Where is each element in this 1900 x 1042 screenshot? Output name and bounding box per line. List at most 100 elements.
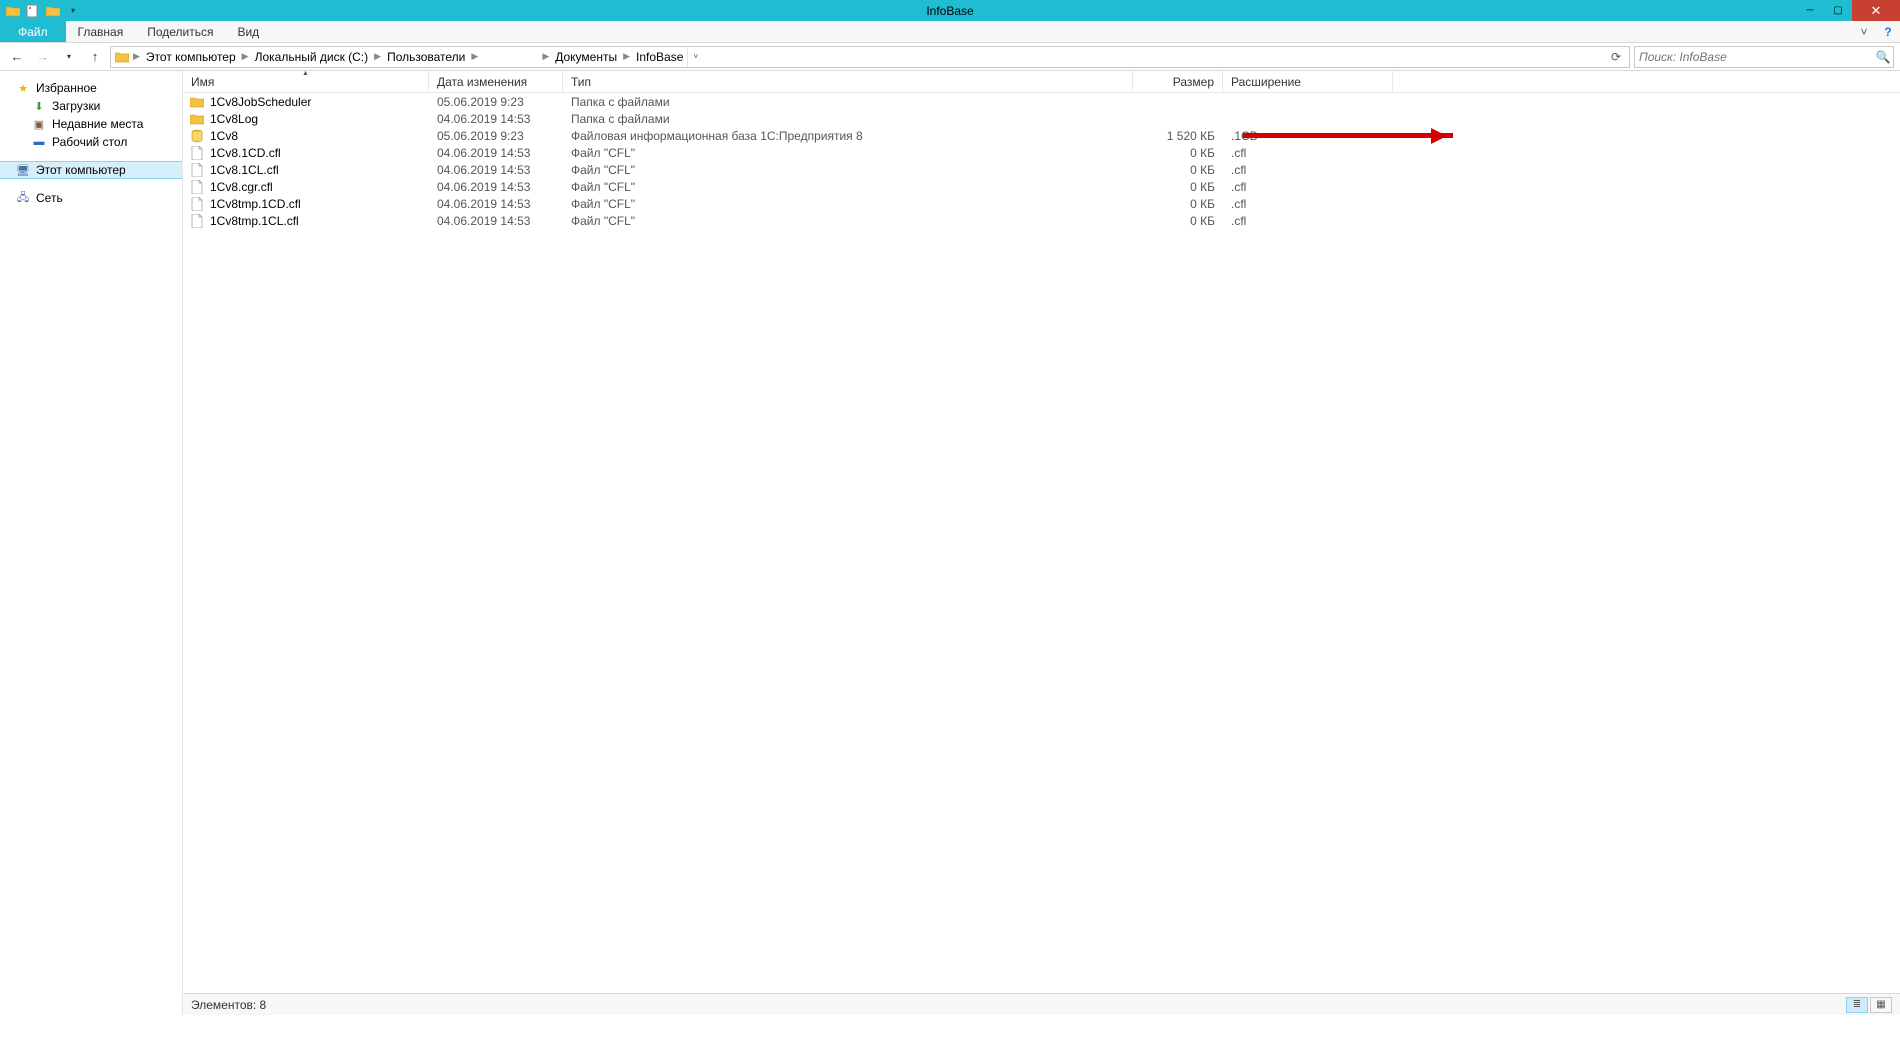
column-label: Размер — [1173, 75, 1214, 89]
nav-label: Загрузки — [52, 99, 100, 113]
file-name: 1Cv8.1CD.cfl — [210, 146, 281, 160]
network-icon: 🖧 — [16, 191, 30, 205]
file-icon — [189, 162, 204, 177]
file-ext: .cfl — [1223, 197, 1393, 211]
help-icon[interactable]: ? — [1876, 21, 1900, 42]
file-size: 0 КБ — [1133, 197, 1223, 211]
nav-favorites-header[interactable]: ★ Избранное — [0, 79, 182, 97]
nav-label: Сеть — [36, 191, 63, 205]
file-row[interactable]: 1Cv8.1CD.cfl04.06.2019 14:53Файл "CFL"0 … — [183, 144, 1900, 161]
file-list-pane: Имя ▲ Дата изменения Тип Размер Расширен… — [183, 71, 1900, 1015]
search-box[interactable]: 🔍 — [1634, 46, 1894, 68]
file-row[interactable]: 1Cv805.06.2019 9:23Файловая информационн… — [183, 127, 1900, 144]
file-name: 1Cv8tmp.1CD.cfl — [210, 197, 301, 211]
desktop-icon: ▬ — [32, 135, 46, 149]
address-dropdown-icon[interactable]: ˅ — [687, 47, 703, 67]
file-type: Файл "CFL" — [563, 146, 1133, 160]
file-type: Файл "CFL" — [563, 180, 1133, 194]
qat-dropdown-icon[interactable]: ▾ — [64, 2, 82, 20]
crumb-drive-c[interactable]: Локальный диск (C:) — [251, 50, 373, 64]
icons-view-button[interactable]: ▦ — [1870, 997, 1892, 1013]
file-date: 05.06.2019 9:23 — [429, 129, 563, 143]
minimize-button[interactable]: ─ — [1796, 0, 1824, 21]
column-extension[interactable]: Расширение — [1223, 71, 1393, 92]
file-date: 05.06.2019 9:23 — [429, 95, 563, 109]
details-view-button[interactable]: ≣ — [1846, 997, 1868, 1013]
crumb-sep-icon[interactable]: ▶ — [131, 51, 142, 62]
computer-icon: 🖥 — [16, 163, 30, 177]
crumb-sep-icon[interactable]: ▶ — [540, 51, 551, 62]
close-button[interactable]: ✕ — [1852, 0, 1900, 21]
history-dropdown-icon[interactable]: ▾ — [58, 46, 80, 68]
folder-icon — [189, 111, 204, 126]
file-name: 1Cv8JobScheduler — [210, 95, 311, 109]
ribbon-file-tab[interactable]: Файл — [0, 21, 66, 42]
file-ext: .cfl — [1223, 146, 1393, 160]
column-type[interactable]: Тип — [563, 71, 1133, 92]
db-icon — [189, 128, 204, 143]
maximize-button[interactable]: ▢ — [1824, 0, 1852, 21]
file-row[interactable]: 1Cv8Log04.06.2019 14:53Папка с файлами — [183, 110, 1900, 127]
nav-downloads[interactable]: ⬇ Загрузки — [0, 97, 182, 115]
nav-recent[interactable]: ▣ Недавние места — [0, 115, 182, 133]
forward-button[interactable]: → — [32, 46, 54, 68]
file-size: 0 КБ — [1133, 214, 1223, 228]
column-size[interactable]: Размер — [1133, 71, 1223, 92]
view-switcher: ≣ ▦ — [1846, 997, 1892, 1013]
file-date: 04.06.2019 14:53 — [429, 214, 563, 228]
file-type: Папка с файлами — [563, 112, 1133, 126]
annotation-arrow — [1243, 133, 1453, 138]
file-row[interactable]: 1Cv8JobScheduler 05.06.2019 9:23Папка с ф… — [183, 93, 1900, 110]
ribbon-tab-home[interactable]: Главная — [66, 21, 136, 42]
file-icon — [189, 196, 204, 211]
crumb-sep-icon[interactable]: ▶ — [372, 51, 383, 62]
file-name: 1Cv8.1CL.cfl — [210, 163, 279, 177]
nav-this-pc[interactable]: 🖥 Этот компьютер — [0, 161, 182, 179]
file-row[interactable]: 1Cv8tmp.1CL.cfl04.06.2019 14:53Файл "CFL… — [183, 212, 1900, 229]
crumb-sep-icon[interactable]: ▶ — [469, 51, 480, 62]
file-size: 0 КБ — [1133, 180, 1223, 194]
nav-network[interactable]: 🖧 Сеть — [0, 189, 182, 207]
address-bar[interactable]: ▶ Этот компьютер ▶ Локальный диск (C:) ▶… — [110, 46, 1630, 68]
column-label: Расширение — [1231, 75, 1301, 89]
file-row[interactable]: 1Cv8tmp.1CD.cfl04.06.2019 14:53Файл "CFL… — [183, 195, 1900, 212]
column-label: Имя — [191, 75, 214, 89]
column-label: Дата изменения — [437, 75, 527, 89]
file-type: Папка с файлами — [563, 95, 1133, 109]
new-folder-icon[interactable] — [44, 2, 62, 20]
crumb-sep-icon[interactable]: ▶ — [621, 51, 632, 62]
properties-icon[interactable] — [24, 2, 42, 20]
ribbon-tab-view[interactable]: Вид — [225, 21, 271, 42]
search-input[interactable] — [1635, 50, 1873, 64]
nav-desktop[interactable]: ▬ Рабочий стол — [0, 133, 182, 151]
file-name: 1Cv8Log — [210, 112, 258, 126]
file-rows: 1Cv8JobScheduler05.06.2019 9:23Папка с ф… — [183, 93, 1900, 1015]
nav-label: Этот компьютер — [36, 163, 126, 177]
ribbon-expand-icon[interactable]: ˅ — [1852, 21, 1876, 42]
crumb-users[interactable]: Пользователи — [383, 50, 469, 64]
crumb-this-pc[interactable]: Этот компьютер — [142, 50, 240, 64]
up-button[interactable]: ↑ — [84, 46, 106, 68]
ribbon-tab-share[interactable]: Поделиться — [135, 21, 225, 42]
crumb-sep-icon[interactable]: ▶ — [240, 51, 251, 62]
ribbon-corner: ˅ ? — [1852, 21, 1900, 42]
column-date[interactable]: Дата изменения — [429, 71, 563, 92]
file-date: 04.06.2019 14:53 — [429, 163, 563, 177]
navigation-pane: ★ Избранное ⬇ Загрузки ▣ Недавние места … — [0, 71, 183, 1015]
file-ext: .cfl — [1223, 180, 1393, 194]
refresh-button[interactable]: ⟳ — [1605, 50, 1627, 64]
column-name[interactable]: Имя ▲ — [183, 71, 429, 92]
nav-label: Избранное — [36, 81, 97, 95]
file-date: 04.06.2019 14:53 — [429, 146, 563, 160]
crumb-infobase[interactable]: InfoBase — [632, 50, 687, 64]
star-icon: ★ — [16, 81, 30, 95]
back-button[interactable]: ← — [6, 46, 28, 68]
downloads-icon: ⬇ — [32, 99, 46, 113]
column-label: Тип — [571, 75, 591, 89]
file-row[interactable]: 1Cv8.cgr.cfl04.06.2019 14:53Файл "CFL"0 … — [183, 178, 1900, 195]
search-icon[interactable]: 🔍 — [1873, 50, 1893, 64]
crumb-documents[interactable]: Документы — [551, 50, 621, 64]
folder-icon — [189, 94, 204, 109]
file-type: Файл "CFL" — [563, 163, 1133, 177]
file-row[interactable]: 1Cv8.1CL.cfl04.06.2019 14:53Файл "CFL"0 … — [183, 161, 1900, 178]
